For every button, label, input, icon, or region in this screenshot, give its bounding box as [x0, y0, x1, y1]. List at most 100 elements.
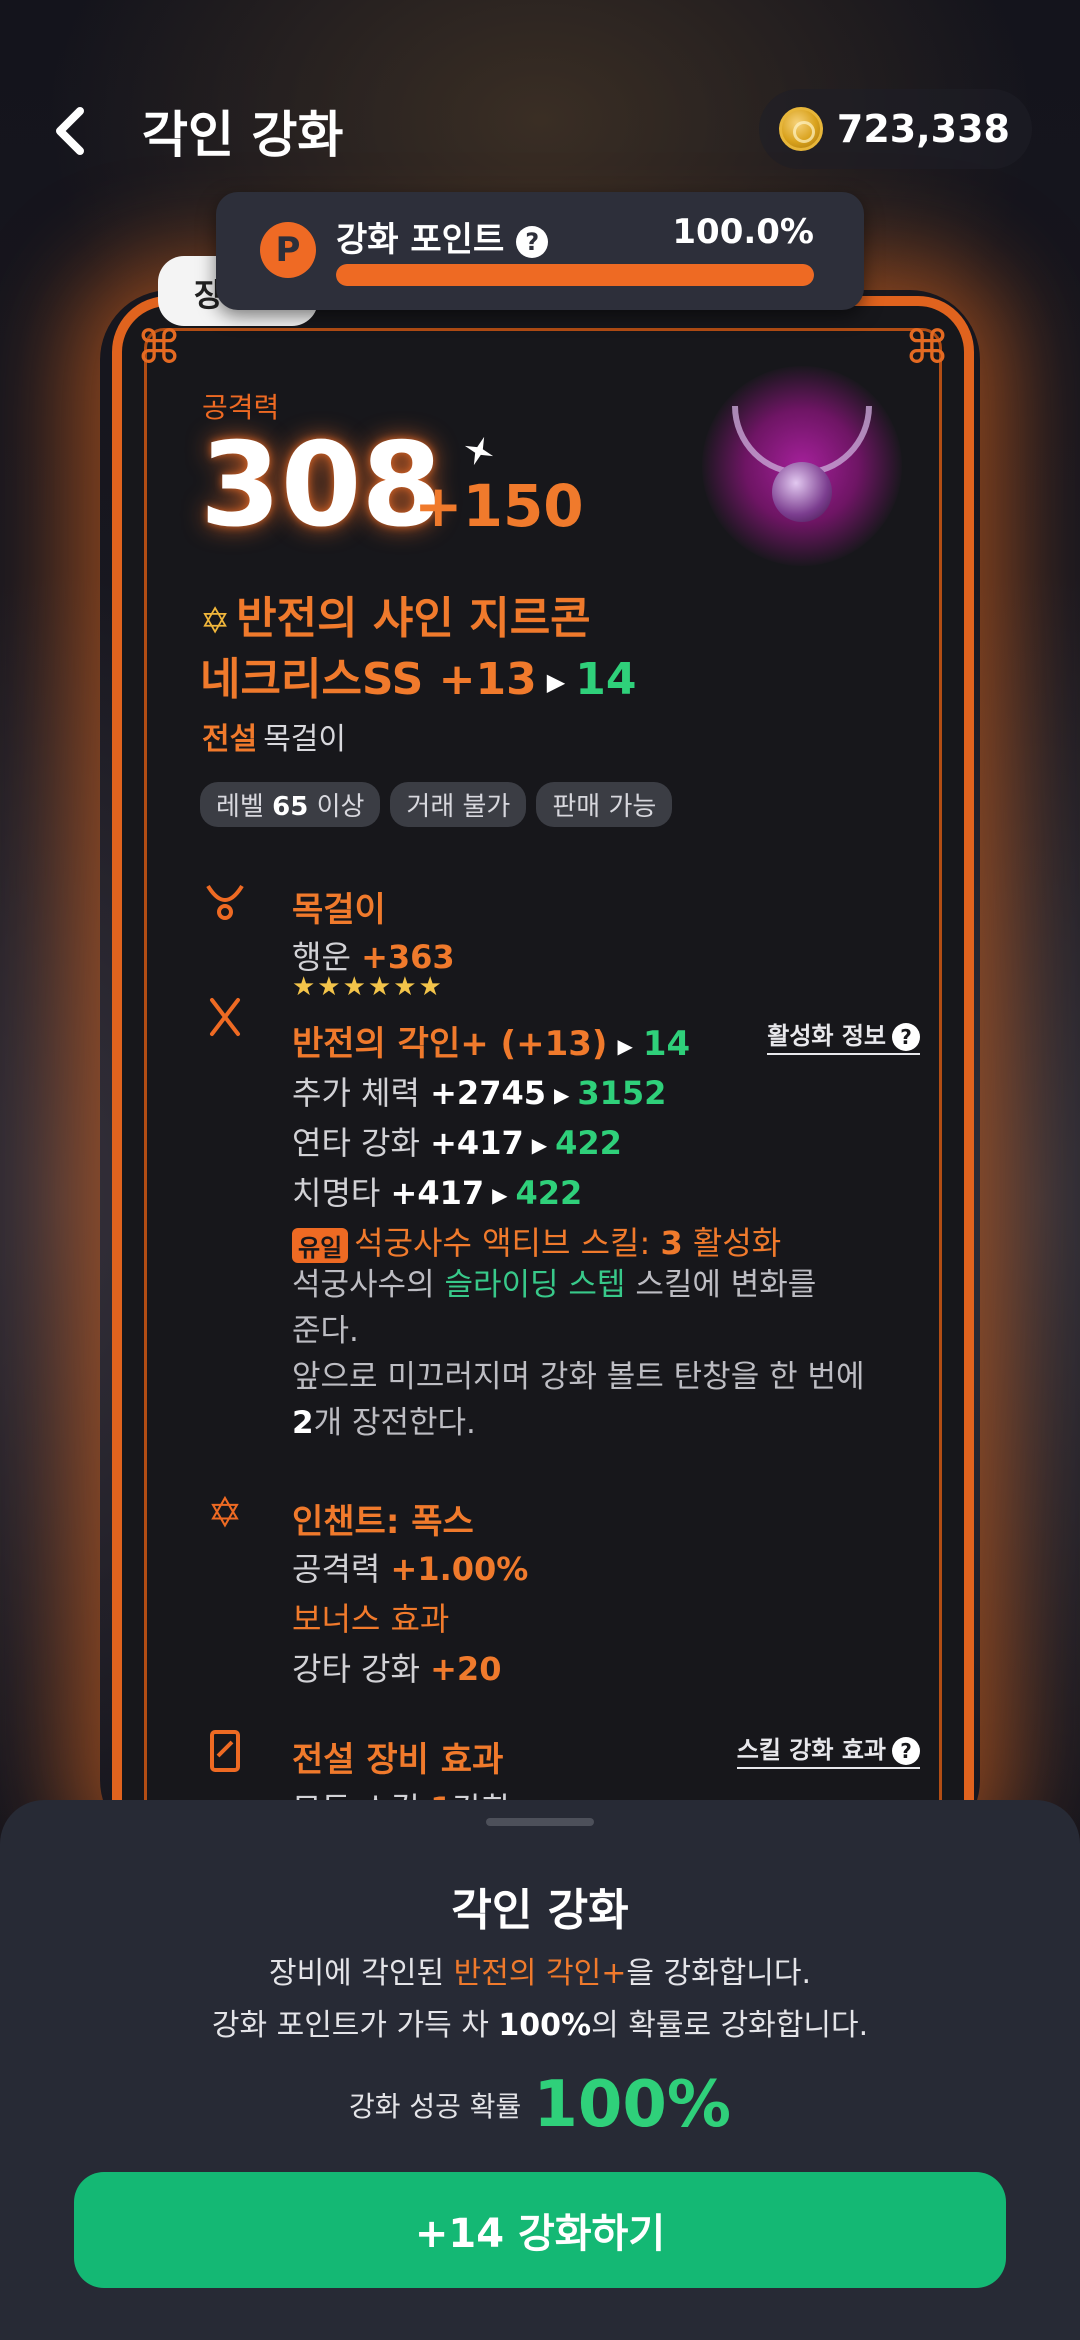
item-name-line2: 네크리스SS +13: [200, 654, 537, 705]
engrave-stat-3: 치명타 +417 ▶ 422: [292, 1168, 582, 1214]
level-tag: 레벨 65 이상: [200, 782, 381, 827]
knot-ornament-icon: ⌘: [904, 320, 950, 374]
currency-amount: 723,338: [836, 107, 1010, 151]
engrave-name: 반전의 각인+: [453, 1956, 627, 1991]
skill-description: 석궁사수의 슬라이딩 스텝 스킬에 변화를 준다. 앞으로 미끄러지며 강화 볼…: [292, 1262, 912, 1446]
success-rate-row: 강화 성공 확률 100%: [0, 2068, 1080, 2142]
sell-tag: 판매 가능: [536, 782, 673, 827]
enhance-points-panel: P 강화 포인트? 100.0%: [216, 192, 864, 310]
skill-line: 석궁사수 액티브 스킬:: [354, 1224, 651, 1262]
points-progress-fill: [336, 264, 814, 286]
engrave-title-text: 반전의 각인+ (+13): [292, 1024, 608, 1064]
stat-value: +20: [430, 1650, 502, 1688]
attack-bonus: +150: [414, 472, 584, 540]
item-next-level: 14: [575, 654, 637, 705]
item-card: ⌘ ⌘ 공격력 308 +150 ✡ 반전의 샤인 지르콘 네크리스SS +13 ▶…: [112, 296, 974, 1856]
stat-next: 422: [515, 1174, 583, 1212]
sparkle-icon: [464, 436, 494, 466]
unique-skill-line: 유일 석궁사수 액티브 스킬: 3 활성화: [292, 1218, 781, 1264]
desc-text: 스킬에 변화를: [635, 1267, 817, 1303]
desc-text: 석궁사수의: [292, 1267, 435, 1303]
hexagram-icon: ✡: [207, 1488, 243, 1537]
desc-count: 2: [292, 1405, 314, 1441]
stat-value: +417: [430, 1124, 524, 1162]
enhance-button[interactable]: +14 강화하기: [74, 2172, 1006, 2288]
item-image: [702, 366, 902, 566]
item-name: ✡ 반전의 샤인 지르콘 네크리스SS +13 ▶ 14: [200, 590, 636, 711]
help-icon[interactable]: ?: [516, 225, 549, 258]
desc-text: 개 장전한다.: [313, 1405, 476, 1441]
arrow-right-icon: ▶: [617, 1033, 633, 1058]
arrow-right-icon: ▶: [553, 1083, 570, 1107]
bonus-stat: 강타 강화 +20: [292, 1644, 501, 1690]
stat-next: 422: [555, 1124, 622, 1162]
crossed-swords-icon: [200, 992, 250, 1042]
bonus-label: 보너스 효과: [292, 1600, 450, 1638]
stat-label: 치명타: [292, 1174, 381, 1212]
item-name-line1: 반전의 샤인 지르콘: [236, 593, 591, 644]
engrave-stars: ★★★★★★: [292, 972, 444, 1002]
points-progress-bar: [336, 264, 814, 286]
sheet-desc-1: 장비에 각인된 반전의 각인+을 강화합니다.: [0, 1948, 1080, 1992]
item-type: 목걸이: [263, 722, 347, 757]
desc-percent: 100%: [498, 2008, 592, 2043]
stat-label: 강타 강화: [292, 1650, 420, 1688]
necklace-title: 목걸이: [292, 890, 386, 930]
engrave-stat-1: 추가 체력 +2745 ▶ 3152: [292, 1068, 666, 1114]
stat-value: +1.00%: [390, 1550, 529, 1588]
star-of-david-icon: ✡: [200, 601, 231, 642]
stat-value: +417: [390, 1174, 485, 1212]
desc-text: 앞으로 미끄러지며 강화 볼트 탄창을 한 번에: [292, 1359, 865, 1395]
activation-info-text: 활성화 정보: [767, 1022, 886, 1050]
sheet-handle[interactable]: [486, 1818, 594, 1826]
header: 각인 강화 723,338: [0, 85, 1080, 175]
attack-value: 308: [200, 418, 443, 553]
desc-text: 강화 포인트가 가득 차: [211, 2008, 489, 2043]
enchant-section: ✡ 인챈트: 폭스 공격력 +1.00% 보너스 효과 강타 강화 +20: [200, 1488, 920, 1688]
activation-info-link[interactable]: 활성화 정보?: [767, 1016, 920, 1055]
legend-title: 전설 장비 효과: [292, 1740, 504, 1780]
rarity-line: 전설 목걸이: [202, 714, 346, 758]
stat-label: 연타 강화: [292, 1124, 420, 1162]
points-label: 강화 포인트?: [336, 212, 549, 261]
knot-ornament-icon: ⌘: [136, 320, 182, 374]
help-icon: ?: [892, 1737, 920, 1765]
luck-value: +363: [361, 938, 455, 976]
success-rate-value: 100%: [533, 2068, 732, 2142]
desc-text: 을 강화합니다.: [626, 1956, 812, 1991]
sheet-desc-2: 강화 포인트가 가득 차 100%의 확률로 강화합니다.: [0, 2000, 1080, 2044]
rarity: 전설: [202, 722, 258, 757]
desc-text: 의 확률로 강화합니다.: [591, 2008, 869, 2043]
desc-text: 장비에 각인된: [268, 1956, 445, 1991]
coin-icon: [778, 107, 823, 151]
desc-text: 준다.: [292, 1313, 359, 1349]
engrave-section: ★★★★★★ 반전의 각인+ (+13) ▶ 14 활성화 정보? 추가 체력 +2…: [200, 972, 920, 1452]
unique-badge: 유일: [292, 1227, 349, 1263]
arrow-right-icon: ▶: [546, 668, 566, 696]
level-value: 65: [272, 792, 309, 822]
help-icon: ?: [892, 1023, 920, 1051]
page-title: 각인 강화: [142, 106, 344, 164]
enchant-title: 인챈트: 폭스: [292, 1502, 474, 1542]
skill-suffix: 활성화: [692, 1224, 782, 1262]
engrave-title: 반전의 각인+ (+13) ▶ 14: [292, 1016, 690, 1065]
stat-label: 추가 체력: [292, 1074, 420, 1112]
trade-tag: 거래 불가: [390, 782, 527, 827]
engrave-stat-2: 연타 강화 +417 ▶ 422: [292, 1118, 622, 1164]
skill-enhance-link[interactable]: 스킬 강화 효과?: [736, 1730, 920, 1769]
currency-display[interactable]: 723,338: [758, 89, 1032, 169]
skill-count: 3: [660, 1224, 683, 1262]
legend-card-icon: [200, 1726, 250, 1776]
stat-next: 3152: [577, 1074, 667, 1112]
luck-label: 행운: [292, 938, 351, 976]
chevron-left-icon: [56, 107, 84, 155]
engrave-next-level: 14: [642, 1024, 691, 1064]
stat-label: 공격력: [292, 1550, 381, 1588]
arrow-right-icon: ▶: [492, 1183, 508, 1207]
back-button[interactable]: [48, 105, 92, 157]
points-value: 100.0%: [672, 212, 814, 252]
necklace-section: 목걸이 행운 +363: [200, 876, 920, 976]
necklace-gem: [772, 462, 832, 522]
enchant-stat: 공격력 +1.00%: [292, 1544, 528, 1590]
skill-enhance-text: 스킬 강화 효과: [736, 1736, 886, 1764]
